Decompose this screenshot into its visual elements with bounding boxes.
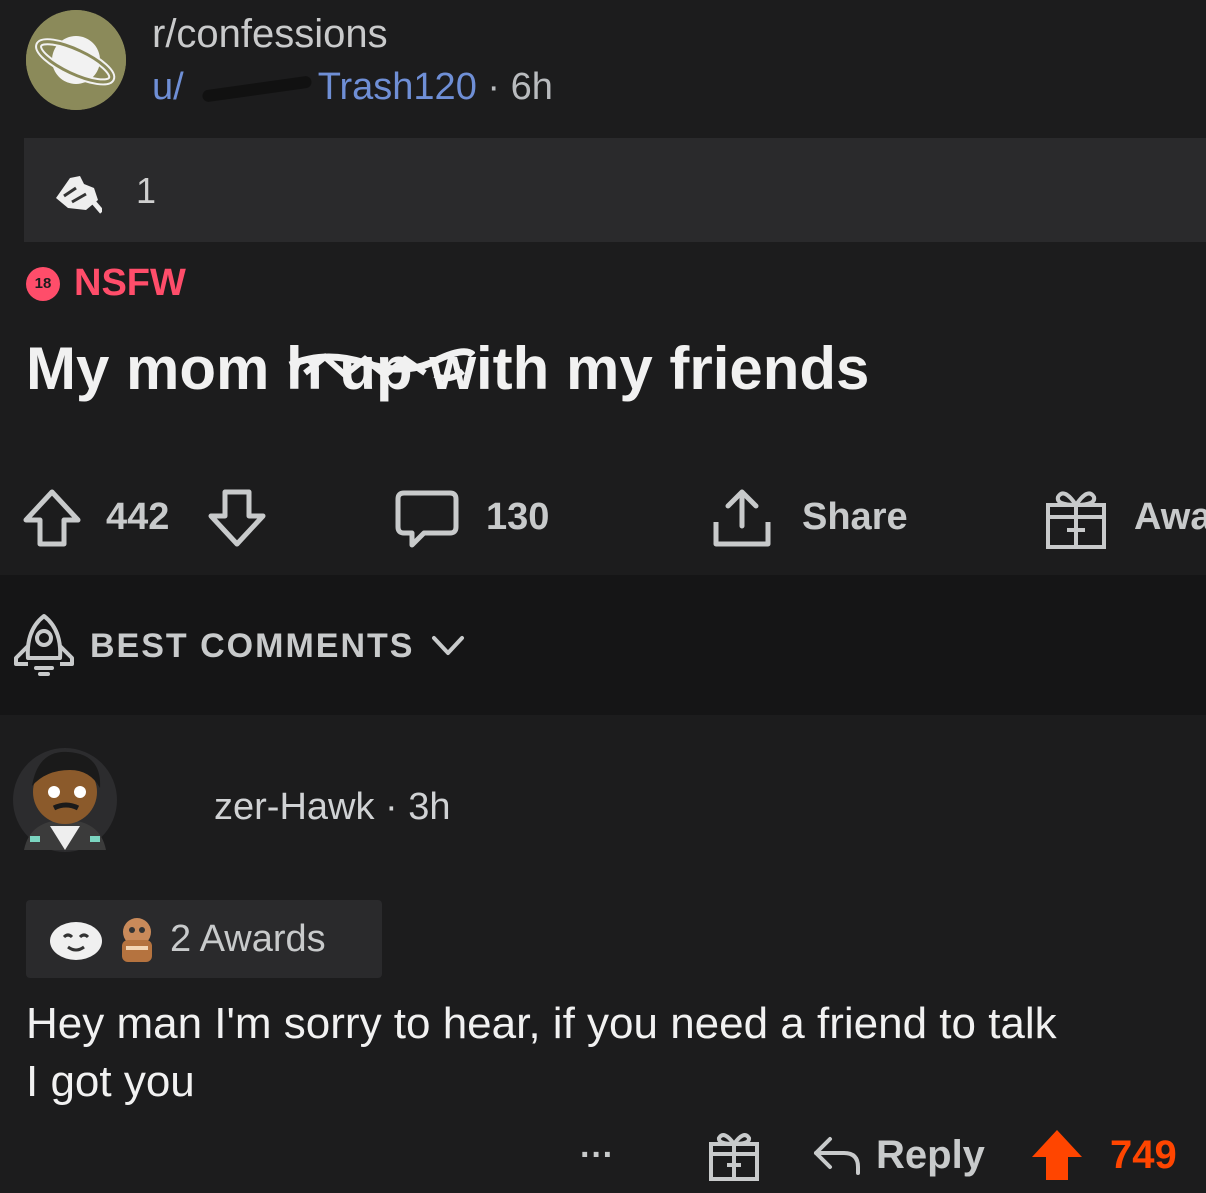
nsfw-label: NSFW (74, 262, 186, 304)
awards-label: 2 Awards (170, 917, 326, 960)
gift-award-icon (1046, 490, 1106, 549)
comment-count: 130 (486, 496, 550, 538)
gift-award-icon (709, 1133, 759, 1181)
post-action-bar: 442 130 Share Awa (0, 470, 1206, 565)
chevron-down-icon (432, 636, 465, 655)
nsfw-tag: 18 NSFW (26, 262, 186, 305)
hugz-award-icon (122, 918, 152, 962)
comment-award-button[interactable] (708, 1120, 760, 1190)
comment-line-2: I got you (26, 1057, 195, 1106)
upvote-icon (23, 489, 81, 546)
post-award-count: 1 (136, 170, 157, 211)
reply-label: Reply (876, 1132, 985, 1177)
upvote-button[interactable] (22, 470, 82, 565)
comment-line-1: Hey man I'm sorry to hear, if you need a… (26, 999, 1057, 1048)
redaction-mark (201, 75, 313, 103)
upvote-icon (1032, 1130, 1082, 1180)
comment-upvote-button[interactable] (1030, 1120, 1084, 1190)
comment-action-bar: ··· Reply 749 (0, 1120, 1206, 1190)
comment-score: 749 (1110, 1132, 1177, 1177)
post-awards-bar[interactable]: 1 (24, 138, 1206, 242)
more-button[interactable]: ··· (580, 1120, 614, 1190)
reply-button[interactable]: Reply (812, 1120, 985, 1190)
share-icon (713, 489, 771, 546)
user-prefix: u/ (152, 66, 184, 108)
wholesome-face-award-icon (50, 922, 102, 960)
subreddit-name[interactable]: r/confessions (152, 12, 388, 57)
comment-awards[interactable]: 2 Awards (26, 900, 382, 978)
nsfw-badge: 18 (26, 266, 60, 301)
post-time: · 6h (487, 66, 553, 108)
award-label: Awa (1134, 496, 1206, 538)
more-icon: ··· (580, 1135, 614, 1174)
subreddit-avatar[interactable] (26, 10, 126, 110)
post-author[interactable]: Trash120 (318, 66, 477, 108)
sort-selector[interactable]: BEST COMMENTS (12, 612, 466, 680)
comment-body: Hey man I'm sorry to hear, if you need a… (26, 995, 1206, 1111)
award-button[interactable]: Awa (1044, 470, 1206, 565)
comment-author-line: zer-Hawk · 3h (214, 786, 451, 829)
rocket-sort-icon (14, 614, 74, 676)
sort-label: BEST COMMENTS (90, 626, 415, 665)
reply-icon (814, 1137, 860, 1175)
comment-time: · 3h (385, 786, 451, 828)
post-author-line: u/Trash120 · 6h (152, 66, 553, 109)
title-redaction-scribble (288, 348, 475, 382)
share-label: Share (802, 496, 908, 538)
share-button[interactable]: Share (710, 470, 908, 565)
comment-icon (395, 490, 459, 547)
subreddit-planet-icon (26, 10, 126, 110)
downvote-button[interactable] (206, 470, 268, 565)
wholesome-award-icon (56, 176, 102, 214)
downvote-icon (208, 489, 266, 546)
comments-button[interactable]: 130 (394, 470, 549, 565)
post-score: 442 (106, 496, 170, 538)
commenter-avatar[interactable] (10, 740, 120, 860)
comment-author[interactable]: zer-Hawk (214, 786, 374, 828)
